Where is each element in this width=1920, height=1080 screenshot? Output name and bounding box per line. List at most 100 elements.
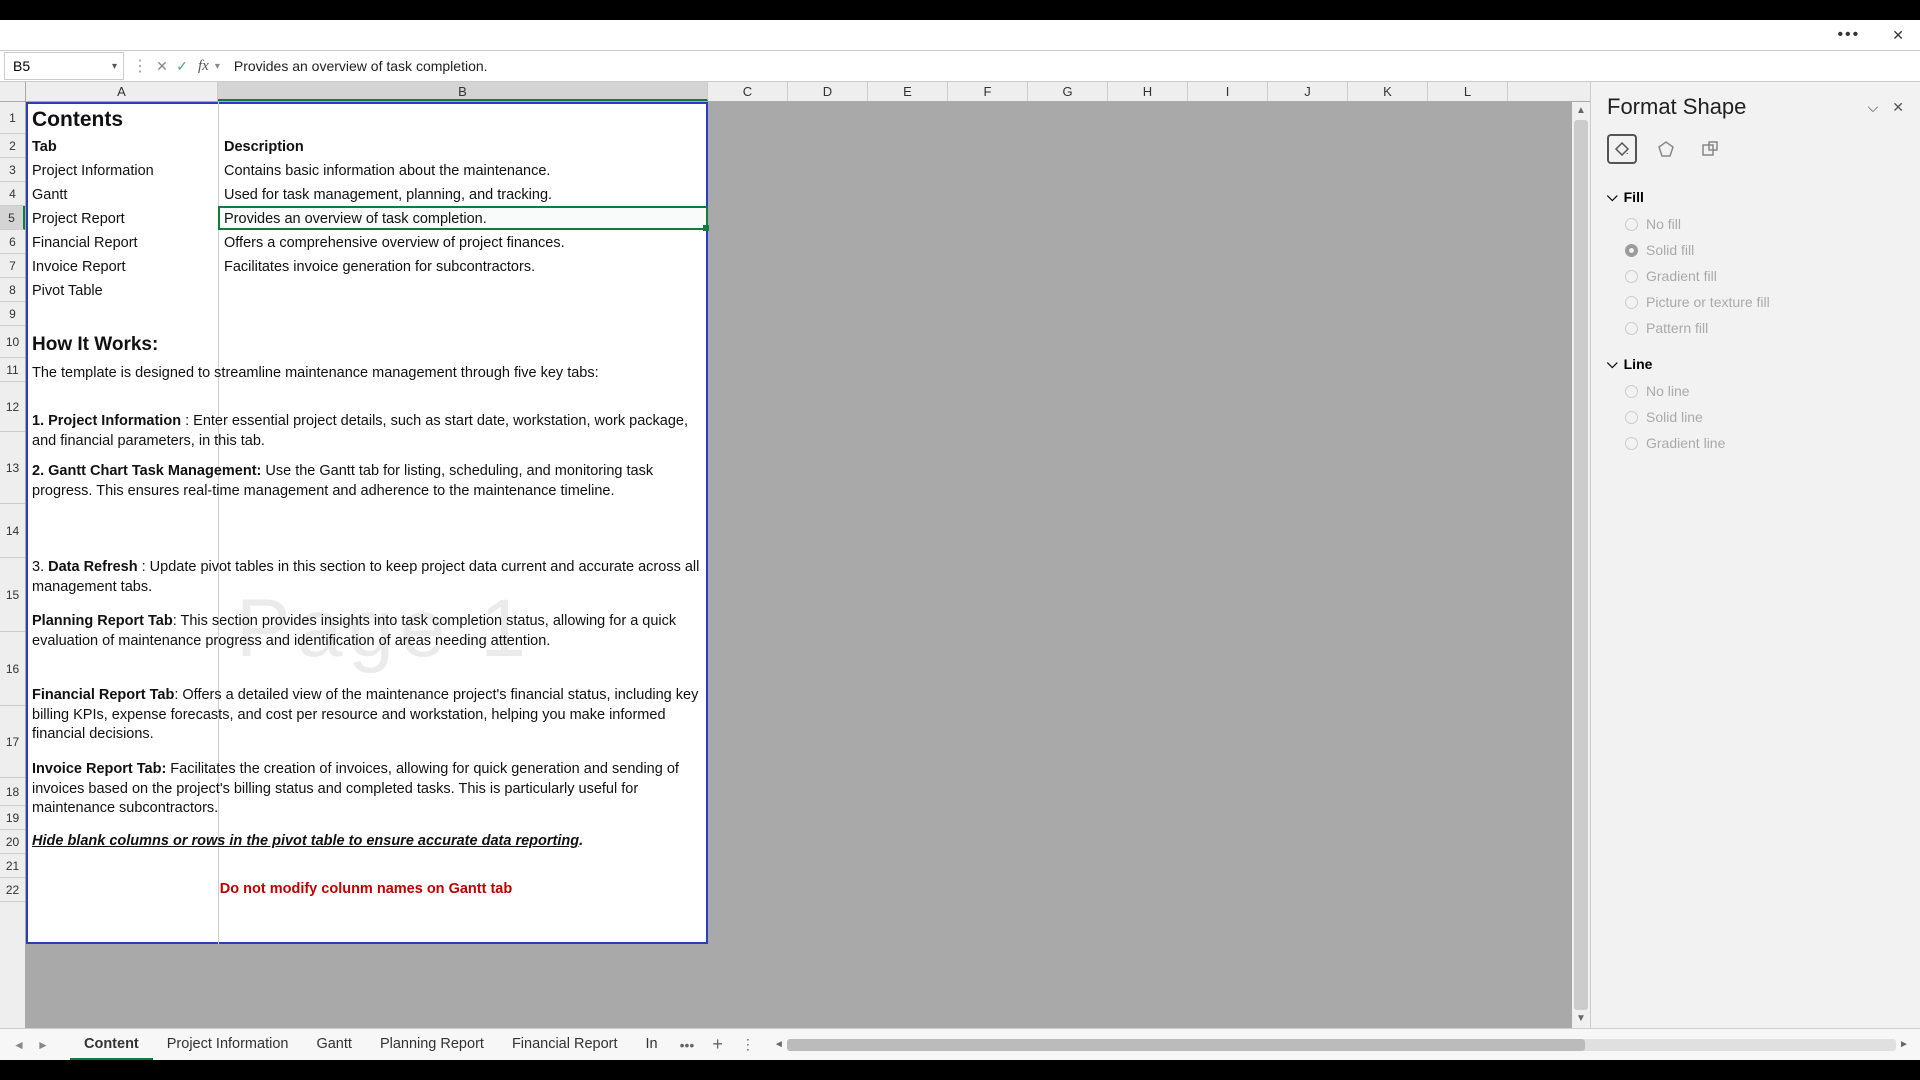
tab-name-cell: Gantt: [28, 184, 71, 208]
row-header[interactable]: 6: [0, 230, 25, 254]
sheet-tab[interactable]: Gantt: [302, 1030, 365, 1060]
radio-icon: [1625, 270, 1638, 283]
pentagon-icon: [1656, 139, 1676, 159]
scroll-down-icon[interactable]: ▼: [1576, 1010, 1586, 1028]
row-header[interactable]: 4: [0, 182, 25, 206]
scroll-thumb[interactable]: [1574, 120, 1588, 1010]
scroll-right-icon[interactable]: ►: [1896, 1039, 1912, 1050]
row-header[interactable]: 21: [0, 854, 25, 878]
title-bar: ••• ✕: [0, 20, 1920, 50]
row-header[interactable]: 9: [0, 302, 25, 326]
chevron-down-icon[interactable]: ▾: [112, 61, 117, 72]
column-header[interactable]: B: [218, 82, 708, 101]
column-header[interactable]: J: [1268, 82, 1348, 101]
formula-input[interactable]: Provides an overview of task completion.: [228, 58, 1920, 74]
item-2-label: 2. Gantt Chart Task Management:: [32, 463, 261, 479]
row-header[interactable]: 8: [0, 278, 25, 302]
tab-nav-next[interactable]: ►: [32, 1038, 54, 1052]
line-option[interactable]: Solid line: [1607, 404, 1904, 430]
confirm-button[interactable]: ✓: [172, 58, 192, 75]
item-2: 2. Gantt Chart Task Management: Use the …: [28, 460, 704, 503]
column-header[interactable]: D: [788, 82, 868, 101]
horizontal-scrollbar[interactable]: ◄ ►: [771, 1038, 1912, 1052]
fill-label: Fill: [1624, 189, 1644, 205]
fill-line-tab[interactable]: [1607, 134, 1637, 164]
name-box[interactable]: B5 ▾: [4, 52, 124, 80]
column-header[interactable]: E: [868, 82, 948, 101]
column-header[interactable]: H: [1108, 82, 1188, 101]
scroll-thumb[interactable]: [787, 1039, 1586, 1051]
sheet-tab[interactable]: Planning Report: [366, 1030, 498, 1060]
add-sheet-button[interactable]: +: [702, 1034, 733, 1055]
chevron-down-icon[interactable]: ▾: [215, 61, 220, 72]
column-header[interactable]: A: [26, 82, 218, 101]
tab-menu-button[interactable]: ⋮: [735, 1036, 761, 1053]
spreadsheet-grid[interactable]: ABCDEFGHIJKL 123456789101112131415161718…: [0, 82, 1590, 1028]
row-header[interactable]: 19: [0, 806, 25, 830]
effects-tab[interactable]: [1651, 134, 1681, 164]
fill-option[interactable]: No fill: [1607, 211, 1904, 237]
line-section-header[interactable]: ⌵ Line: [1607, 349, 1904, 378]
fill-option[interactable]: Pattern fill: [1607, 315, 1904, 341]
tab-overflow-button[interactable]: •••: [674, 1037, 701, 1053]
contents-title: Contents: [28, 104, 127, 136]
radio-icon: [1625, 322, 1638, 335]
select-all-corner[interactable]: [0, 82, 26, 101]
item-3: 3. Data Refresh : Update pivot tables in…: [28, 556, 704, 599]
row-header[interactable]: 20: [0, 830, 25, 854]
panel-collapse-button[interactable]: ⌵: [1868, 99, 1879, 116]
window-close-button[interactable]: ✕: [1884, 23, 1912, 48]
row-header[interactable]: 10: [0, 326, 25, 358]
row-header[interactable]: 18: [0, 778, 25, 806]
hide-note: Hide blank columns or rows in the pivot …: [28, 830, 704, 854]
line-option[interactable]: No line: [1607, 378, 1904, 404]
column-header[interactable]: C: [708, 82, 788, 101]
row-header[interactable]: 17: [0, 706, 25, 778]
item-3-label: Data Refresh: [48, 559, 137, 575]
fill-option[interactable]: Solid fill: [1607, 237, 1904, 263]
row-header[interactable]: 3: [0, 158, 25, 182]
vertical-scrollbar[interactable]: ▲ ▼: [1572, 102, 1590, 1028]
column-header[interactable]: G: [1028, 82, 1108, 101]
radio-icon: [1625, 411, 1638, 424]
fill-option[interactable]: Picture or texture fill: [1607, 289, 1904, 315]
column-header[interactable]: K: [1348, 82, 1428, 101]
item-5-label: Financial Report Tab: [32, 687, 174, 703]
cancel-button[interactable]: ✕: [152, 58, 172, 75]
line-option[interactable]: Gradient line: [1607, 430, 1904, 456]
column-header[interactable]: L: [1428, 82, 1508, 101]
how-it-works-title: How It Works:: [28, 330, 162, 360]
row-header[interactable]: 5: [0, 206, 25, 230]
option-label: Solid line: [1646, 409, 1703, 425]
scroll-up-icon[interactable]: ▲: [1576, 102, 1586, 120]
column-header[interactable]: I: [1188, 82, 1268, 101]
item-1-label: 1. Project Information: [32, 413, 181, 429]
row-header[interactable]: 7: [0, 254, 25, 278]
fill-option[interactable]: Gradient fill: [1607, 263, 1904, 289]
fill-section-header[interactable]: ⌵ Fill: [1607, 182, 1904, 211]
sheet-tab[interactable]: In: [632, 1030, 672, 1060]
col-header-tab: Tab: [28, 136, 61, 160]
option-label: No line: [1646, 383, 1690, 399]
row-header[interactable]: 15: [0, 558, 25, 632]
scroll-left-icon[interactable]: ◄: [771, 1039, 787, 1050]
more-icon[interactable]: •••: [1837, 26, 1860, 44]
size-properties-tab[interactable]: [1695, 134, 1725, 164]
tab-name-cell: Pivot Table: [28, 280, 107, 304]
panel-close-button[interactable]: ✕: [1892, 99, 1904, 116]
fx-icon[interactable]: fx: [198, 58, 209, 75]
sheet-tab[interactable]: Content: [70, 1030, 153, 1060]
row-header[interactable]: 2: [0, 134, 25, 158]
row-header[interactable]: 16: [0, 632, 25, 706]
column-header[interactable]: F: [948, 82, 1028, 101]
sheet-tab[interactable]: Financial Report: [498, 1030, 632, 1060]
row-header[interactable]: 14: [0, 504, 25, 558]
sheet-tab[interactable]: Project Information: [153, 1030, 303, 1060]
option-label: Solid fill: [1646, 242, 1694, 258]
row-header[interactable]: 1: [0, 102, 25, 134]
row-header[interactable]: 13: [0, 432, 25, 504]
row-header[interactable]: 22: [0, 878, 25, 902]
tab-nav-prev[interactable]: ◄: [8, 1038, 30, 1052]
row-header[interactable]: 11: [0, 358, 25, 382]
row-header[interactable]: 12: [0, 382, 25, 432]
